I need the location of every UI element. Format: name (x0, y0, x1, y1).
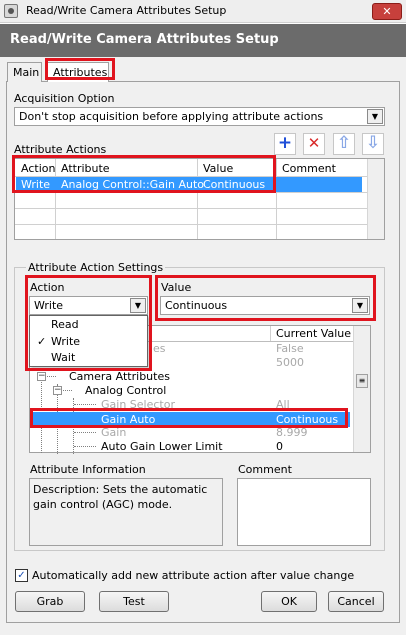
window-title: Read/Write Camera Attributes Setup (26, 4, 227, 17)
test-button[interactable]: Test (99, 591, 169, 612)
value-highlight (155, 275, 376, 321)
move-down-icon[interactable]: ⇩ (362, 133, 384, 155)
scroll-thumb[interactable]: ≡ (356, 374, 368, 388)
tree-row-value: 0 (276, 440, 283, 453)
action-highlight (25, 275, 152, 371)
attribute-info-box: Description: Sets the automatic gain con… (29, 478, 223, 546)
column-header-comment[interactable]: Comment (279, 162, 336, 175)
tree-selection-highlight (30, 408, 348, 428)
acquisition-option-select[interactable]: Don't stop acquisition before applying a… (14, 107, 385, 126)
grab-button[interactable]: Grab (15, 591, 85, 612)
tab-main[interactable]: Main (7, 62, 42, 82)
comment-textarea[interactable] (237, 478, 371, 546)
current-value-header[interactable]: Current Value (273, 327, 351, 340)
tree-scrollbar[interactable]: ≡ (353, 326, 370, 452)
chevron-down-icon: ▼ (367, 109, 383, 124)
acquisition-option-label: Acquisition Option (14, 92, 115, 105)
attribute-info-description: Description: Sets the automatic gain con… (33, 483, 208, 511)
table-scrollbar[interactable] (367, 159, 384, 239)
tree-node-camera-attributes[interactable]: Camera Attributes (66, 370, 170, 383)
comment-label: Comment (238, 463, 292, 476)
tree-node-analog-control[interactable]: Analog Control (82, 384, 166, 397)
close-button[interactable]: ✕ (372, 3, 402, 20)
attribute-info-label: Attribute Information (30, 463, 146, 476)
tree-row-value: False (276, 342, 304, 355)
tree-row-label: es (153, 342, 166, 355)
table-highlight (12, 155, 276, 193)
dialog-header-title: Read/Write Camera Attributes Setup (10, 32, 279, 47)
delete-icon[interactable]: ✕ (303, 133, 325, 155)
tree-node-auto-gain-lower-limit[interactable]: Auto Gain Lower Limit (98, 440, 223, 453)
cancel-button[interactable]: Cancel (328, 591, 384, 612)
move-up-icon[interactable]: ⇧ (333, 133, 355, 155)
app-icon (4, 4, 18, 18)
ok-button[interactable]: OK (261, 591, 317, 612)
add-icon[interactable]: + (274, 133, 296, 155)
acquisition-option-value: Don't stop acquisition before applying a… (19, 110, 324, 123)
collapse-icon[interactable]: − (53, 386, 62, 395)
tree-row-value: 5000 (276, 356, 304, 369)
collapse-icon[interactable]: − (37, 372, 46, 381)
auto-add-label: Automatically add new attribute action a… (32, 569, 355, 582)
auto-add-checkbox[interactable]: ✓ (15, 569, 28, 582)
settings-group-label: Attribute Action Settings (26, 261, 166, 274)
tab-attributes-highlight (45, 58, 115, 80)
